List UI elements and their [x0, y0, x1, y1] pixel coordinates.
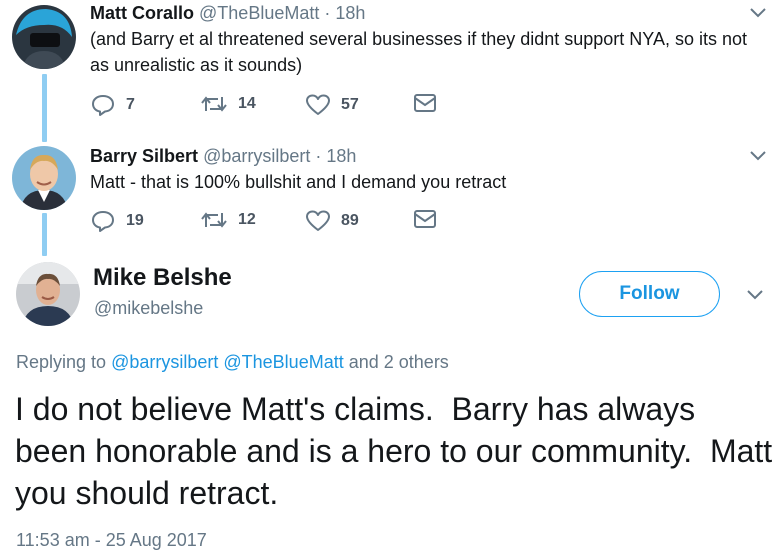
like-icon — [306, 210, 330, 231]
tweet-time[interactable]: 18h — [326, 146, 356, 166]
tweet-text: I do not believe Matt's claims. Barry ha… — [15, 391, 782, 511]
author-name[interactable]: Barry Silbert — [90, 146, 198, 166]
reply-count: 19 — [126, 212, 144, 229]
chevron-down-icon[interactable] — [745, 288, 765, 302]
reply-others-link[interactable]: and 2 others — [349, 352, 449, 372]
thread-line — [42, 74, 47, 142]
avatar[interactable] — [16, 262, 80, 326]
tweet-header: Barry Silbert @barrysilbert · 18h — [90, 146, 356, 167]
author-handle[interactable]: @TheBlueMatt — [199, 3, 319, 23]
retweet-icon — [201, 96, 227, 112]
retweet-count: 14 — [238, 95, 256, 112]
tweet-timestamp[interactable]: 11:53 am - 25 Aug 2017 — [16, 530, 207, 551]
chevron-down-icon[interactable] — [748, 6, 768, 20]
author-handle[interactable]: @barrysilbert — [203, 146, 310, 166]
dm-button[interactable] — [413, 209, 437, 229]
like-count: 57 — [341, 96, 359, 113]
separator-dot: · — [324, 3, 331, 23]
reply-button[interactable]: 19 — [90, 209, 144, 233]
thread-line — [42, 213, 47, 256]
avatar[interactable] — [12, 146, 76, 210]
reply-icon — [92, 211, 114, 232]
replying-prefix: Replying to — [16, 352, 107, 372]
reply-count: 7 — [126, 96, 135, 113]
chevron-down-icon[interactable] — [748, 149, 768, 163]
dm-icon — [414, 210, 436, 228]
retweet-button[interactable]: 14 — [200, 93, 256, 115]
dm-button[interactable] — [413, 93, 437, 113]
replying-to: Replying to @barrysilbert @TheBlueMatt a… — [16, 352, 449, 373]
reply-mention-link[interactable]: @barrysilbert — [111, 352, 218, 372]
tweet-time[interactable]: 18h — [335, 3, 365, 23]
dm-icon — [414, 94, 436, 112]
follow-button[interactable]: Follow — [579, 271, 720, 317]
retweet-button[interactable]: 12 — [200, 209, 256, 231]
author-name[interactable]: Matt Corallo — [90, 3, 194, 23]
retweet-icon — [201, 212, 227, 228]
like-button[interactable]: 57 — [305, 93, 359, 117]
author-name[interactable]: Mike Belshe — [93, 264, 232, 292]
reply-button[interactable]: 7 — [90, 93, 135, 117]
like-icon — [306, 94, 330, 115]
tweet-text: Matt - that is 100% bullshit and I deman… — [90, 172, 507, 192]
tweet-text: (and Barry et al threatened several busi… — [90, 29, 748, 75]
like-count: 89 — [341, 212, 359, 229]
separator-dot: · — [315, 146, 322, 166]
avatar[interactable] — [12, 5, 76, 69]
like-button[interactable]: 89 — [305, 209, 359, 233]
author-handle[interactable]: @mikebelshe — [94, 298, 203, 319]
tweet-header: Matt Corallo @TheBlueMatt · 18h — [90, 3, 365, 24]
reply-mention-link[interactable]: @TheBlueMatt — [223, 352, 343, 372]
reply-icon — [92, 95, 114, 116]
retweet-count: 12 — [238, 211, 256, 228]
